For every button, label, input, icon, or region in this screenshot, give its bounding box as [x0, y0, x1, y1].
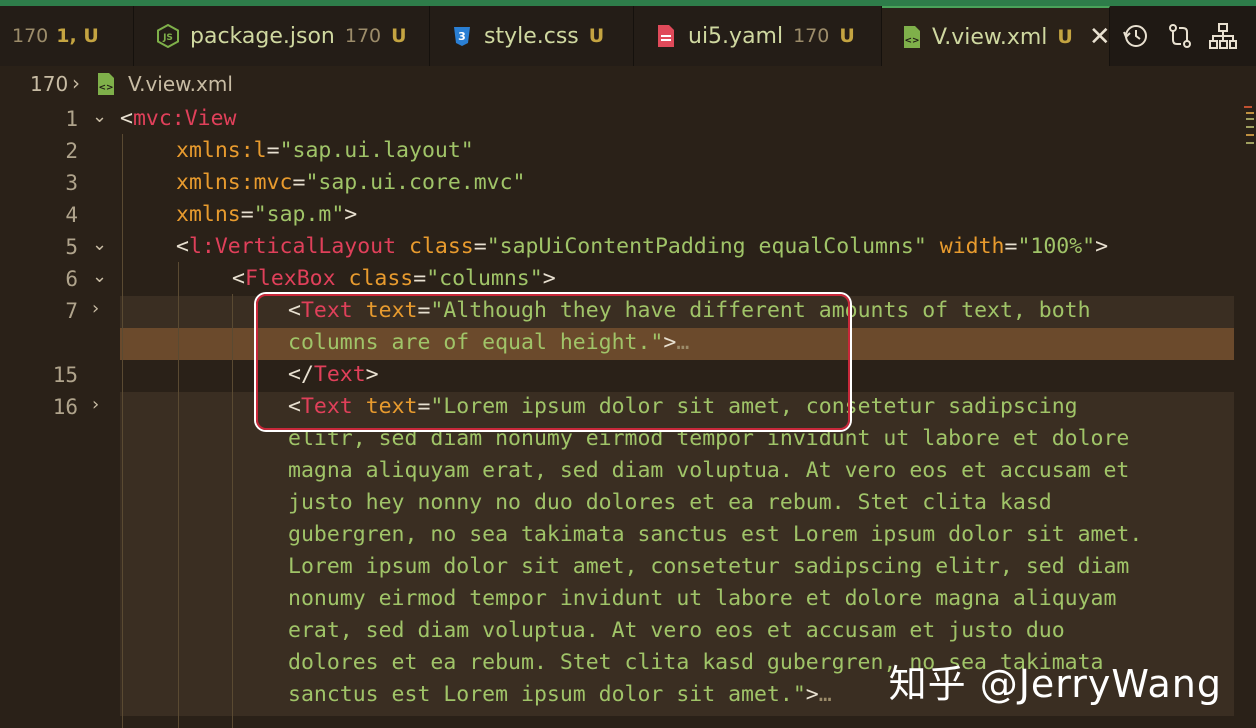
- tab-count: 170: [12, 25, 49, 47]
- close-icon[interactable]: ✕: [1089, 22, 1111, 52]
- attr-value: justo hey nonny no duo dolores et ea reb…: [288, 490, 1052, 515]
- attr-name: xmlns:l: [176, 138, 267, 163]
- code-line: 2 xmlns:l="sap.ui.layout": [0, 136, 1240, 168]
- attr-value: "sap.ui.core.mvc": [305, 170, 526, 195]
- annotation-highlight-box: [256, 294, 850, 430]
- history-icon[interactable]: [1122, 22, 1150, 50]
- code-line-wrap: Lorem ipsum dolor sit amet, consetetur s…: [0, 552, 1240, 584]
- code-line-wrap: nonumy eirmod tempor invidunt ut labore …: [0, 584, 1240, 616]
- watermark: 知乎 @JerryWang: [888, 662, 1222, 706]
- attr-value: sanctus est Lorem ipsum dolor sit amet.": [288, 682, 806, 707]
- tab-count: 170: [793, 25, 830, 47]
- hierarchy-icon[interactable]: [1208, 22, 1237, 50]
- line-number: 3: [65, 171, 78, 195]
- chevron-down-icon[interactable]: ⌄: [92, 234, 112, 258]
- chevron-down-icon[interactable]: ⌄: [92, 266, 112, 290]
- chevron-right-icon: ›: [72, 71, 80, 95]
- attr-value: nonumy eirmod tempor invidunt ut labore …: [288, 586, 1117, 611]
- line-number: 16: [52, 395, 78, 419]
- xml-icon: <>: [902, 25, 922, 49]
- line-number: 7: [65, 299, 78, 323]
- svg-text:JS: JS: [162, 33, 173, 43]
- tab-status: U: [839, 25, 855, 47]
- attr-value: "sapUiContentPadding equalColumns": [486, 234, 927, 259]
- breadcrumb-folder[interactable]: 170: [30, 72, 68, 96]
- chevron-right-icon[interactable]: ›: [92, 298, 112, 322]
- code-line: 1 ⌄ <mvc:View: [0, 104, 1240, 136]
- attr-value: magna aliquyam erat, sed diam voluptua. …: [288, 458, 1130, 483]
- tag-name: mvc:View: [132, 106, 237, 131]
- tab-previous[interactable]: 170 1, U: [0, 6, 134, 66]
- chevron-down-icon[interactable]: ⌄: [92, 106, 112, 130]
- code-editor[interactable]: 1 ⌄ <mvc:View 2 xmlns:l="sap.ui.layout" …: [0, 104, 1256, 728]
- nodejs-icon: JS: [156, 24, 180, 48]
- line-number: 6: [65, 267, 78, 291]
- tab-label: package.json: [190, 23, 335, 49]
- line-number: 5: [65, 235, 78, 259]
- tab-label: ui5.yaml: [688, 23, 784, 49]
- line-number: 4: [65, 203, 78, 227]
- tab-status: U: [588, 25, 605, 47]
- tab-label: V.view.xml: [932, 24, 1048, 50]
- tab-package-json[interactable]: JS package.json 170 U: [134, 6, 430, 66]
- chevron-right-icon[interactable]: ›: [92, 394, 112, 418]
- attr-value: "sap.m": [253, 202, 345, 227]
- tab-v-view-xml[interactable]: <> V.view.xml U ✕: [882, 6, 1111, 66]
- svg-text:<>: <>: [98, 83, 113, 93]
- line-number: 15: [52, 363, 78, 387]
- css-icon: 3: [450, 24, 474, 48]
- svg-text:3: 3: [458, 30, 466, 43]
- breadcrumb: 170 › <> V.view.xml: [0, 66, 1256, 104]
- minimap[interactable]: [1240, 104, 1256, 154]
- code-line-wrap: magna aliquyam erat, sed diam voluptua. …: [0, 456, 1240, 488]
- attr-name: xmlns: [176, 202, 241, 227]
- attr-value: "columns": [426, 266, 543, 291]
- tab-label: style.css: [484, 23, 579, 49]
- code-line: 4 xmlns="sap.m">: [0, 200, 1240, 232]
- tab-status: 1, U: [56, 25, 99, 47]
- tab-status: U: [391, 25, 407, 47]
- attr-value: erat, sed diam voluptua. At vero eos et …: [288, 618, 1065, 643]
- tag-name: l:VerticalLayout: [188, 234, 397, 259]
- attr-value: "sap.ui.layout": [279, 138, 474, 163]
- tab-bar: 170 1, U JS package.json 170 U 3 style.c…: [0, 6, 1256, 66]
- attr-name: class: [409, 234, 474, 259]
- breadcrumb-file[interactable]: V.view.xml: [128, 72, 233, 96]
- svg-text:<>: <>: [904, 36, 919, 46]
- attr-name: class: [348, 266, 414, 291]
- code-line-wrap: gubergren, no sea takimata sanctus est L…: [0, 520, 1240, 552]
- code-line: 5 ⌄ <l:VerticalLayout class="sapUiConten…: [0, 232, 1240, 264]
- tag-name: FlexBox: [244, 266, 336, 291]
- xml-icon: <>: [96, 72, 116, 101]
- line-number: 2: [65, 139, 78, 163]
- compare-changes-icon[interactable]: [1166, 22, 1194, 50]
- code-line-wrap: justo hey nonny no duo dolores et ea reb…: [0, 488, 1240, 520]
- yaml-icon: [654, 24, 678, 48]
- tab-ui5-yaml[interactable]: ui5.yaml 170 U: [634, 6, 882, 66]
- attr-value: gubergren, no sea takimata sanctus est L…: [288, 522, 1143, 547]
- attr-value: Lorem ipsum dolor sit amet, consetetur s…: [288, 554, 1130, 579]
- code-line: 3 xmlns:mvc="sap.ui.core.mvc": [0, 168, 1240, 200]
- code-line: 6 ⌄ <FlexBox class="columns">: [0, 264, 1240, 296]
- attr-value: "100%": [1017, 234, 1096, 259]
- tab-count: 170: [344, 25, 382, 47]
- attr-name: xmlns:mvc: [176, 170, 293, 195]
- code-line-wrap: erat, sed diam voluptua. At vero eos et …: [0, 616, 1240, 648]
- attr-name: width: [939, 234, 1005, 259]
- tab-style-css[interactable]: 3 style.css U: [430, 6, 634, 66]
- tab-status: U: [1057, 26, 1073, 48]
- folded-ellipsis[interactable]: …: [819, 682, 832, 707]
- line-number: 1: [65, 107, 78, 131]
